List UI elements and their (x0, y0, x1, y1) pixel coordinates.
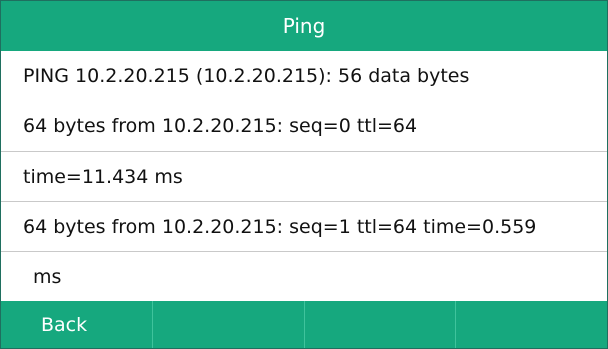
ping-output-line: PING 10.2.20.215 (10.2.20.215): 56 data … (1, 51, 607, 101)
ping-output-line: 64 bytes from 10.2.20.215: seq=1 ttl=64 … (1, 201, 607, 251)
ping-output-text: PING 10.2.20.215 (10.2.20.215): 56 data … (23, 65, 470, 87)
ping-output: PING 10.2.20.215 (10.2.20.215): 56 data … (1, 51, 607, 301)
ping-output-text: 64 bytes from 10.2.20.215: seq=0 ttl=64 (23, 115, 418, 137)
softkey-bar: Back (1, 301, 607, 348)
ping-output-line: time=11.434 ms (1, 151, 607, 201)
softkey-2[interactable] (153, 301, 305, 348)
ping-output-line: ms (1, 251, 607, 301)
page-title: Ping (282, 14, 326, 38)
ping-output-text: time=11.434 ms (23, 165, 183, 188)
softkey-3[interactable] (305, 301, 457, 348)
ping-output-line: 64 bytes from 10.2.20.215: seq=0 ttl=64 (1, 101, 607, 151)
title-bar: Ping (1, 1, 607, 51)
back-softkey[interactable]: Back (1, 301, 153, 348)
ping-output-text: ms (33, 265, 62, 288)
phone-screen: Ping PING 10.2.20.215 (10.2.20.215): 56 … (0, 0, 608, 349)
ping-output-text: 64 bytes from 10.2.20.215: seq=1 ttl=64 … (23, 215, 537, 238)
softkey-4[interactable] (456, 301, 607, 348)
